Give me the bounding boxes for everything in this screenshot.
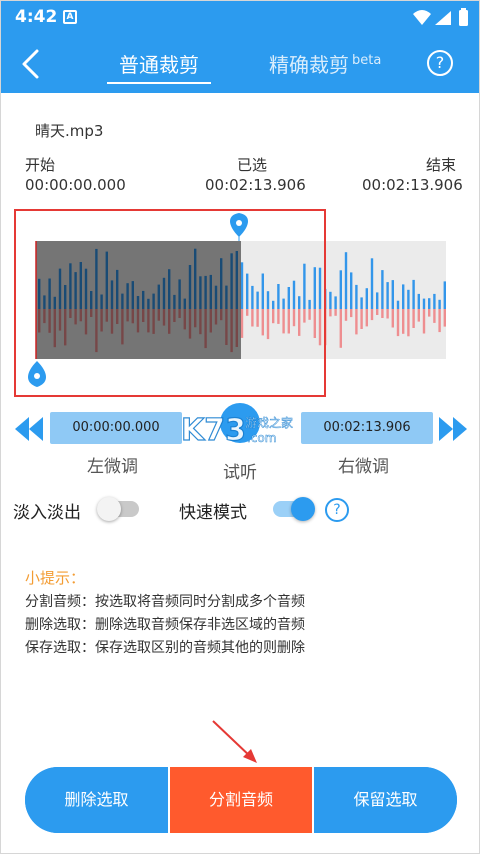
wifi-icon [413, 10, 431, 25]
waveform-bar [376, 292, 379, 309]
right-adjust-label: 右微调 [338, 457, 389, 477]
annotation-arrow-icon [212, 720, 257, 763]
tab-precise-label: 精确裁剪 [269, 53, 349, 77]
selected-label: 已选 [237, 156, 268, 174]
highlight-annotation-box [14, 209, 326, 397]
waveform-bar [329, 291, 332, 309]
delete-selection-button[interactable]: 删除选取 [25, 767, 168, 833]
waveform-bar [334, 309, 337, 316]
waveform-bar [365, 309, 368, 327]
start-label: 开始 [25, 156, 56, 174]
waveform-bar [355, 284, 358, 309]
waveform-bar [407, 309, 410, 337]
left-adjust-label: 左微调 [87, 457, 138, 477]
waveform-bar [344, 252, 348, 309]
fade-label: 淡入淡出 [13, 503, 81, 523]
waveform-bar [386, 282, 389, 309]
tip-delete: 删除选取：删除选取音频保存非选区域的音频 [25, 617, 305, 633]
tab-precise-trim[interactable]: 精确裁剪 beta [269, 49, 381, 78]
tab-normal-trim[interactable]: 普通裁剪 [106, 49, 212, 78]
fast-mode-label: 快速模式 [179, 503, 247, 523]
status-time: 4:42 [15, 7, 58, 27]
rewind-icon[interactable] [13, 415, 45, 443]
back-arrow-icon[interactable] [15, 45, 49, 83]
waveform-bar [438, 299, 441, 309]
watermark-cn: 游戏之家 [245, 415, 293, 430]
help-button[interactable]: ? [427, 50, 453, 76]
waveform-bar [376, 309, 379, 315]
waveform-bar [334, 296, 337, 309]
waveform-bar [433, 309, 436, 323]
right-time-field[interactable]: 00:02:13.906 [301, 412, 433, 444]
waveform-bar [391, 280, 394, 309]
signal-icon [435, 11, 451, 25]
fast-mode-toggle[interactable] [273, 497, 315, 521]
waveform-bar [370, 309, 374, 321]
waveform-bar [391, 309, 394, 328]
waveform-bar [422, 309, 426, 334]
status-bar: 4:42 A [1, 1, 479, 35]
fade-toggle-knob [97, 497, 121, 521]
waveform-bar [381, 270, 384, 309]
waveform-bar [428, 309, 431, 317]
waveform-bar [329, 309, 332, 317]
app-notification-icon: A [63, 10, 77, 24]
waveform-bar [355, 309, 358, 335]
waveform-bar [412, 279, 415, 309]
waveform-bar [365, 288, 368, 309]
watermark-logo: K73 游戏之家 .com [181, 412, 293, 448]
waveform-bar [407, 289, 410, 309]
active-tab-indicator [107, 82, 211, 84]
waveform-bar [360, 309, 363, 329]
waveform-bar [381, 309, 384, 318]
battery-icon [459, 10, 468, 26]
waveform-bar [344, 309, 348, 321]
waveform-bar [360, 297, 363, 309]
fast-mode-help-icon[interactable]: ? [325, 498, 349, 522]
split-audio-button[interactable]: 分割音频 [170, 767, 312, 833]
waveform-bar [339, 270, 342, 309]
end-label: 结束 [426, 156, 457, 174]
waveform-bar [350, 309, 353, 318]
fast-forward-icon[interactable] [437, 415, 469, 443]
tips-title: 小提示： [25, 569, 86, 587]
waveform-bar [443, 309, 446, 327]
fade-toggle[interactable] [97, 497, 139, 521]
left-time-field[interactable]: 00:00:00.000 [50, 412, 182, 444]
waveform-bar [417, 293, 420, 309]
waveform-bar [402, 309, 405, 334]
end-time: 00:02:13.906 [362, 176, 463, 194]
waveform-bar [412, 309, 415, 328]
waveform-bar [428, 298, 431, 309]
tip-keep: 保存选取：保存选取区别的音频其他的则删除 [25, 640, 305, 656]
watermark-brand: K73 [181, 413, 246, 448]
selected-duration: 00:02:13.906 [205, 176, 306, 194]
waveform-bar [396, 300, 400, 309]
file-name: 晴天.mp3 [35, 122, 104, 140]
waveform-bar [438, 309, 441, 333]
app-bar: 普通裁剪 精确裁剪 beta ? [1, 35, 479, 93]
keep-selection-button[interactable]: 保留选取 [314, 767, 457, 833]
status-icons [413, 8, 468, 26]
tip-split: 分割音频：按选取将音频同时分割成多个音频 [25, 594, 305, 610]
waveform-bar [339, 309, 342, 348]
waveform-bar [402, 284, 405, 309]
waveform-bar [350, 272, 353, 309]
waveform-bar [386, 309, 389, 319]
waveform-bar [433, 293, 436, 309]
waveform-bar [417, 309, 420, 322]
watermark-domain: .com [247, 431, 276, 445]
app-screen: 4:42 A 普通裁剪 精确裁剪 beta ? 晴天.mp3 开始 00:00:0… [0, 0, 480, 854]
start-time: 00:00:00.000 [25, 176, 126, 194]
waveform-bar [422, 298, 426, 309]
waveform-bar [443, 281, 446, 309]
bottom-action-bar: 删除选取 分割音频 保留选取 [25, 767, 457, 833]
beta-tag: beta [352, 53, 382, 68]
preview-label: 试听 [223, 463, 257, 483]
waveform-bar [396, 309, 400, 337]
waveform-bar [370, 258, 374, 309]
fast-mode-toggle-knob [291, 497, 315, 521]
